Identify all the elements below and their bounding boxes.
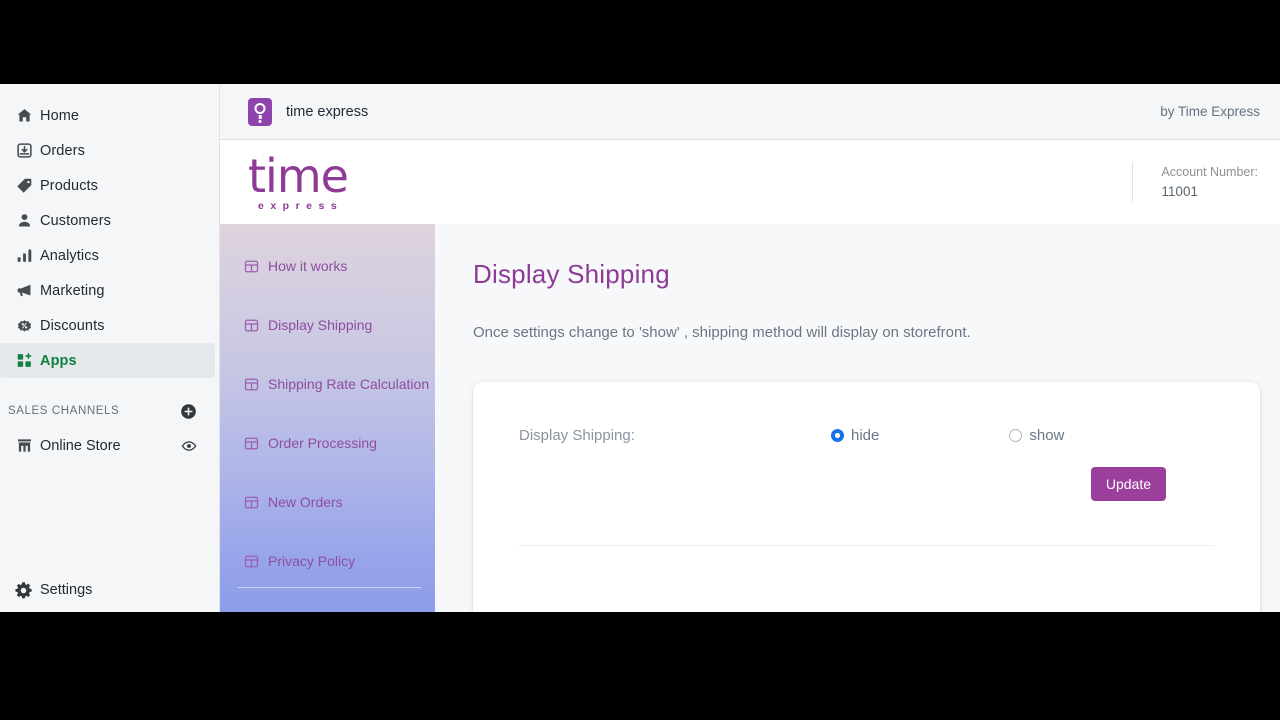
discount-percent-icon — [8, 317, 40, 334]
sidebar-item-label: Settings — [40, 582, 93, 598]
sidebar-item-label: Online Store — [40, 437, 121, 454]
sales-channels-header: SALES CHANNELS — [0, 394, 219, 428]
sidebar-item-label: Discounts — [40, 317, 105, 334]
marketing-megaphone-icon — [8, 282, 40, 299]
settings-card: Display Shipping: hide show Update — [473, 382, 1260, 612]
page-description: Once settings change to 'show' , shippin… — [473, 324, 971, 341]
app-menu-item-label: Shipping Rate Calculation — [268, 376, 430, 392]
sidebar-item-label: Customers — [40, 212, 111, 229]
content-pane: Display Shipping Once settings change to… — [435, 224, 1280, 612]
table-grid-icon — [244, 436, 266, 451]
app-menu-item-display-shipping[interactable]: Display Shipping — [220, 309, 435, 341]
sidebar-item-apps[interactable]: Apps — [0, 343, 215, 378]
browser-viewport: Home Orders Products Customers Analytics… — [0, 84, 1280, 612]
sales-channels-label: SALES CHANNELS — [8, 405, 120, 417]
logo-wordmark: time — [248, 148, 349, 203]
update-button[interactable]: Update — [1090, 467, 1166, 501]
app-byline: by Time Express — [1160, 104, 1260, 119]
table-grid-icon — [244, 495, 266, 510]
sidebar-item-discounts[interactable]: Discounts — [0, 308, 219, 343]
radio-button-hide[interactable] — [831, 429, 844, 442]
app-menu-item-label: New Orders — [268, 494, 343, 510]
app-menu-divider — [238, 587, 421, 588]
radio-label-show: show — [1029, 427, 1065, 444]
sidebar-item-marketing[interactable]: Marketing — [0, 273, 219, 308]
radio-option-hide[interactable]: hide — [831, 427, 879, 444]
radio-option-show-wrapper: show — [1009, 427, 1064, 444]
app-menu-item-label: Order Processing — [268, 435, 377, 451]
account-number-value: 11001 — [1161, 183, 1198, 199]
storefront-icon — [8, 437, 40, 454]
table-grid-icon — [244, 259, 266, 274]
apps-grid-plus-icon — [8, 352, 40, 369]
sidebar-item-label: Home — [40, 107, 80, 124]
table-grid-icon — [244, 377, 266, 392]
sidebar-item-label: Analytics — [40, 247, 99, 264]
app-menu-item-new-orders[interactable]: New Orders — [220, 486, 435, 518]
customer-person-icon — [8, 212, 40, 229]
sidebar-item-label: Marketing — [40, 282, 105, 299]
radio-label-hide: hide — [851, 427, 880, 444]
app-menu-item-label: Privacy Policy — [268, 553, 356, 569]
sidebar-item-home[interactable]: Home — [0, 98, 219, 133]
app-menu: How it works Display Shipping Shipping R… — [220, 224, 435, 612]
app-menu-item-shipping-rate-calculation[interactable]: Shipping Rate Calculation — [220, 368, 435, 400]
brand-header: time express Account Number: 11001 — [220, 140, 1280, 224]
app-body: How it works Display Shipping Shipping R… — [220, 224, 1280, 612]
app-menu-item-how-it-works[interactable]: How it works — [220, 250, 435, 282]
app-menu-item-privacy-policy[interactable]: Privacy Policy — [220, 545, 435, 577]
home-icon — [8, 107, 40, 124]
table-grid-icon — [244, 318, 266, 333]
sidebar-item-label: Apps — [40, 352, 77, 369]
sidebar-item-analytics[interactable]: Analytics — [0, 238, 219, 273]
sidebar-item-label: Orders — [40, 142, 85, 159]
account-number-label: Account Number: — [1161, 164, 1258, 179]
display-shipping-label: Display Shipping: — [519, 427, 635, 444]
sidebar-item-online-store[interactable]: Online Store — [0, 428, 219, 463]
app-title: time express — [286, 103, 369, 120]
analytics-bars-icon — [8, 247, 40, 264]
page-title: Display Shipping — [473, 259, 670, 289]
sidebar-item-orders[interactable]: Orders — [0, 133, 219, 168]
card-divider — [519, 545, 1214, 546]
sidebar-item-label: Products — [40, 177, 99, 194]
time-express-logo: time express — [248, 148, 349, 212]
form-actions: Update — [519, 467, 1214, 501]
orders-inbox-icon — [8, 142, 40, 159]
eye-icon[interactable] — [181, 438, 197, 454]
display-shipping-form-row: Display Shipping: hide show — [519, 427, 1214, 444]
product-tag-icon — [8, 177, 40, 194]
logo-subtitle: express — [258, 199, 344, 212]
embedded-app-frame: time express by Time Express time expres… — [220, 84, 1280, 612]
app-menu-item-label: Display Shipping — [268, 317, 373, 333]
table-grid-icon — [244, 554, 266, 569]
account-info: Account Number: 11001 — [1132, 161, 1258, 203]
shopify-sidebar: Home Orders Products Customers Analytics… — [0, 84, 220, 612]
sidebar-item-customers[interactable]: Customers — [0, 203, 219, 238]
app-title-bar: time express by Time Express — [220, 84, 1280, 140]
sidebar-item-settings[interactable]: Settings — [0, 568, 220, 612]
primary-nav: Home Orders Products Customers Analytics… — [0, 84, 219, 378]
time-express-app-icon — [248, 97, 272, 126]
gear-icon — [6, 581, 40, 600]
plus-circle-icon[interactable] — [180, 403, 197, 420]
radio-button-show[interactable] — [1009, 429, 1023, 442]
app-menu-item-label: How it works — [268, 258, 348, 274]
app-menu-item-order-processing[interactable]: Order Processing — [220, 427, 435, 459]
sidebar-item-products[interactable]: Products — [0, 168, 219, 203]
radio-option-show[interactable]: show — [1009, 427, 1064, 444]
